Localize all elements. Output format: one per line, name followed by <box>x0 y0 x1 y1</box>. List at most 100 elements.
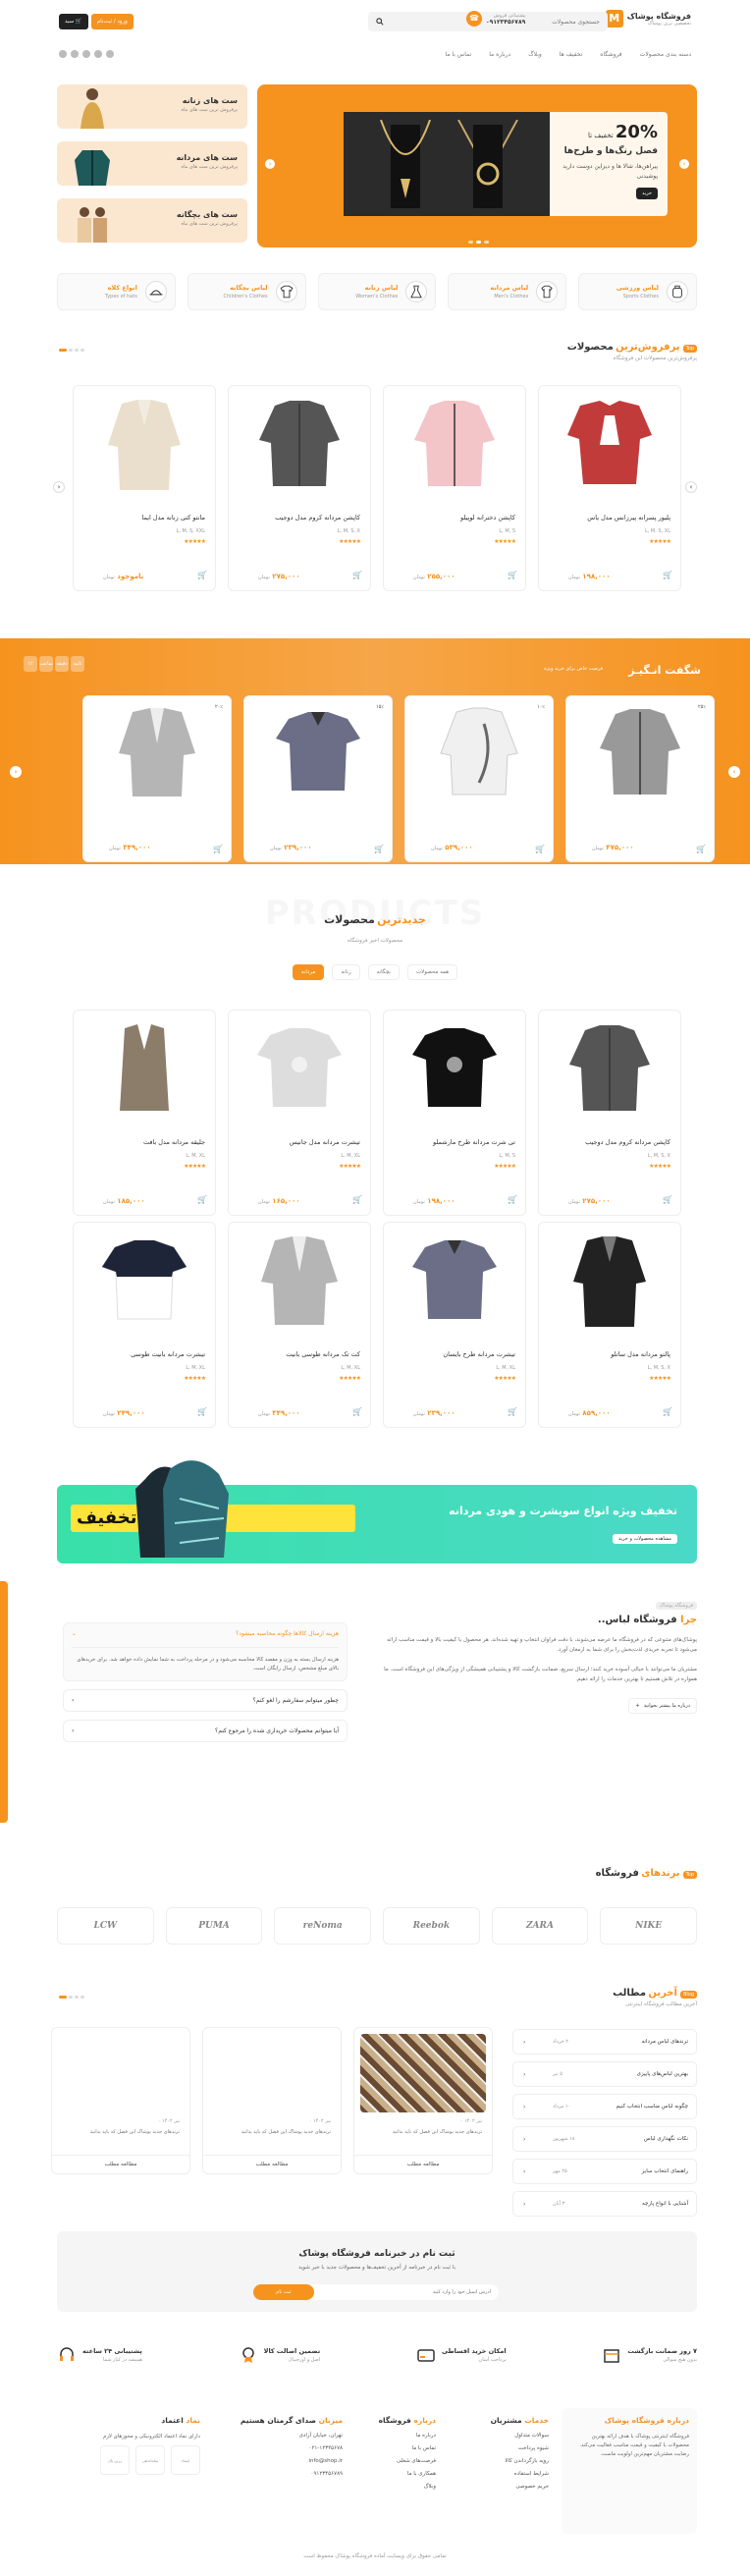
twitter-icon[interactable] <box>71 50 79 58</box>
footer-phone[interactable]: ۰۲۱-۱۲۳۴۵۶۷۸ <box>241 2445 343 2451</box>
faq-item[interactable]: هزینه ارسال کالاها چگونه محاسبه میشود؟ ⌄… <box>63 1622 348 1681</box>
nav-item-shop[interactable]: فروشگاه <box>600 51 621 58</box>
product-image[interactable] <box>229 386 370 504</box>
blog-pager[interactable] <box>59 1996 84 1999</box>
blog-card[interactable]: تیر ۱۴۰۲ ۰ ترندهای جدید پوشاک این فصل که… <box>202 2027 342 2174</box>
search-icon[interactable] <box>376 18 384 26</box>
banner-women-sets[interactable]: ست های زنانه پرفروش ترین ست های ماه <box>57 84 247 129</box>
category-card[interactable]: انواع کلاه Types of hats <box>57 273 176 310</box>
add-to-cart-icon[interactable]: 🛒 <box>350 1195 362 1207</box>
footer-link[interactable]: تماس با ما <box>379 2445 436 2451</box>
add-to-cart-icon[interactable]: 🛒 <box>195 571 207 582</box>
hero-next-arrow[interactable]: › <box>679 159 689 169</box>
footer-link[interactable]: سوالات متداول <box>491 2433 549 2439</box>
product-card[interactable]: تی شرت مردانه طرح مارشملو L, M, S ★★★★★ ۱۹۸… <box>383 1010 526 1216</box>
trust-badge[interactable]: زرین پال <box>100 2445 130 2475</box>
product-card[interactable]: تیشرت مردانه مدل جانیس L, M, XL ★★★★★ ۱۶۵,۰… <box>228 1010 371 1216</box>
product-image[interactable] <box>74 1011 215 1128</box>
add-to-cart-icon[interactable]: 🛒 <box>350 571 362 582</box>
product-image[interactable] <box>244 696 392 809</box>
offer-product-card[interactable]: ۲۰٪ ۳۴۹,۰۰۰ تومان 🛒 <box>82 695 232 862</box>
tab-men[interactable]: مردانه <box>292 964 325 980</box>
tab-kids[interactable]: بچگانه <box>367 964 400 980</box>
add-to-cart-icon[interactable]: 🛒 <box>535 845 545 853</box>
brand-logo-reebok[interactable]: Reebok <box>382 1907 480 1945</box>
hero-prev-arrow[interactable]: ‹ <box>265 159 275 169</box>
brand-logo-nike[interactable]: NIKE <box>600 1907 697 1945</box>
tab-all[interactable]: همه محصولات <box>406 964 458 980</box>
footer-link[interactable]: وبلاگ <box>379 2484 436 2490</box>
whatsapp-icon[interactable] <box>59 50 67 58</box>
product-name[interactable]: جلیقه مردانه مدل بافت <box>74 1138 215 1148</box>
banner-kids-sets[interactable]: ست های بچگانه پرفروش ترین ست های ماه <box>57 198 247 243</box>
product-name[interactable]: کاپشن مردانه کروم مدل دوجیب <box>229 514 370 523</box>
product-card[interactable]: جلیقه مردانه مدل بافت L, M, XL ★★★★★ ۱۸۵,۰۰… <box>73 1010 216 1216</box>
faq-item[interactable]: آیا میتوانم محصولات خریداری شده را مرجوع… <box>63 1720 348 1742</box>
nav-item-about[interactable]: درباره ما <box>489 51 510 58</box>
telegram-icon[interactable] <box>94 50 102 58</box>
product-image[interactable] <box>83 696 231 809</box>
product-card[interactable]: کت تک مردانه طوسی بانیت L, M, XL ★★★★★ ۳۴۹,… <box>228 1222 371 1428</box>
blog-list-item[interactable]: ترندهای لباس مردانه ۲ خرداد ‹ <box>512 2029 697 2055</box>
blog-card[interactable]: تیر ۱۴۰۲ ۰ ترندهای جدید پوشاک این فصل که… <box>353 2027 493 2174</box>
amazing-prev-arrow[interactable]: ‹ <box>10 766 22 778</box>
product-card[interactable]: مانتو کتی زنانه مدل ایما L, M, S, XXL ★★★★… <box>73 385 216 591</box>
nav-item-discounts[interactable]: تخفیف ها <box>560 51 583 58</box>
product-name[interactable]: پالتو مردانه مدل ساتلو <box>539 1350 680 1360</box>
footer-link[interactable]: همکاری با ما <box>379 2471 436 2477</box>
product-card[interactable]: تیشرت مردانه طرح بایسان L, M, XL ★★★★★ ۲۳۹,… <box>383 1222 526 1428</box>
product-image[interactable] <box>384 1011 525 1128</box>
hero-cta-button[interactable]: خرید <box>636 188 658 199</box>
carousel-next-arrow[interactable]: › <box>685 481 697 493</box>
offer-product-card[interactable]: ۱۰٪ ۵۳۹,۰۰۰ تومان 🛒 <box>404 695 554 862</box>
product-image[interactable] <box>539 386 680 504</box>
footer-mobile[interactable]: ۰۹۱۲۳۴۵۶۷۸۹ <box>241 2471 344 2477</box>
product-image[interactable] <box>74 386 215 504</box>
footer-email[interactable]: info@shop.ir <box>241 2458 343 2464</box>
product-name[interactable]: کاپشن مردانه کروم مدل دوجیب <box>539 1138 680 1148</box>
add-to-cart-icon[interactable]: 🛒 <box>661 1407 672 1419</box>
category-card[interactable]: لباس زنانه Women's Clothes <box>317 273 437 310</box>
footer-link[interactable]: حریم خصوصی <box>491 2484 549 2490</box>
product-image[interactable] <box>539 1223 680 1341</box>
product-image[interactable] <box>384 1223 525 1341</box>
category-card[interactable]: لباس بچگانه Children's Clothes <box>187 273 306 310</box>
carousel-prev-arrow[interactable]: ‹ <box>53 481 65 493</box>
product-name[interactable]: کت تک مردانه طوسی بانیت <box>229 1350 370 1360</box>
product-image[interactable] <box>384 386 525 504</box>
product-card[interactable]: کاپشن مردانه کروم مدل دوجیب L, M, S, X ★★★… <box>228 385 371 591</box>
add-to-cart-icon[interactable]: 🛒 <box>661 571 672 582</box>
tab-women[interactable]: زنانه <box>332 964 360 980</box>
add-to-cart-icon[interactable]: 🛒 <box>661 1195 672 1207</box>
brand-logo-renoma[interactable]: reNoma <box>274 1907 371 1945</box>
product-image[interactable] <box>229 1011 370 1128</box>
brand-logo-puma[interactable]: PUMA <box>165 1907 263 1945</box>
product-image[interactable] <box>229 1223 370 1341</box>
product-image[interactable] <box>74 1223 215 1341</box>
offer-product-card[interactable]: ۲۵٪ ۴۷۵,۰۰۰ تومان 🛒 <box>565 695 715 862</box>
offer-product-card[interactable]: ۱۵٪ ۲۳۹,۰۰۰ تومان 🛒 <box>243 695 393 862</box>
about-more-button[interactable]: درباره ما بیشتر بخوانید + <box>628 1698 697 1714</box>
product-card[interactable]: پلیور پسرانه پیرزانس مدل یاس L, M, S, XL ★… <box>538 385 681 591</box>
product-card[interactable]: کاپشن دخترانه لوپیلو L, M, S ★★★★★ ۲۵۵,۰۰۰ … <box>383 385 526 591</box>
blog-card[interactable]: تیر ۱۴۰۲ ۰ ترندهای جدید پوشاک این فصل که… <box>51 2027 190 2174</box>
product-image[interactable] <box>539 1011 680 1128</box>
nav-item-categories[interactable]: دسته بندی محصولات <box>640 51 691 58</box>
product-name[interactable]: مانتو کتی زنانه مدل ایما <box>74 514 215 523</box>
product-card[interactable]: تیشرت مردانه بانیت طوسی L, M, XL ★★★★★ ۲۴۹,… <box>73 1222 216 1428</box>
blog-list-item[interactable]: نکات نگهداری لباس ۱۸ شهریور ‹ <box>512 2126 697 2152</box>
add-to-cart-icon[interactable]: 🛒 <box>374 845 384 853</box>
add-to-cart-icon[interactable]: 🛒 <box>213 845 223 853</box>
site-logo[interactable]: فروشگاه پوشاک تخصصی ترین پوشاک M <box>605 10 691 27</box>
product-card[interactable]: پالتو مردانه مدل ساتلو L, M, S, X ★★★★★ ۸۵۹… <box>538 1222 681 1428</box>
product-name[interactable]: تی شرت مردانه طرح مارشملو <box>384 1138 525 1148</box>
amazing-next-arrow[interactable]: › <box>728 766 740 778</box>
banner-men-sets[interactable]: ست های مردانه پرفروش ترین ست های ماه <box>57 141 247 186</box>
add-to-cart-icon[interactable]: 🛒 <box>195 1407 207 1419</box>
add-to-cart-icon[interactable]: 🛒 <box>696 845 706 853</box>
blog-card-read-more[interactable]: مطالعه مطلب <box>52 2155 189 2167</box>
add-to-cart-icon[interactable]: 🛒 <box>506 571 517 582</box>
faq-item[interactable]: چطور میتوانم سفارشم را لغو کنم؟ ‹ <box>63 1689 348 1712</box>
youtube-icon[interactable] <box>82 50 90 58</box>
blog-list-item[interactable]: آشنایی با انواع پارچه ۳ آبان ‹ <box>512 2191 697 2217</box>
